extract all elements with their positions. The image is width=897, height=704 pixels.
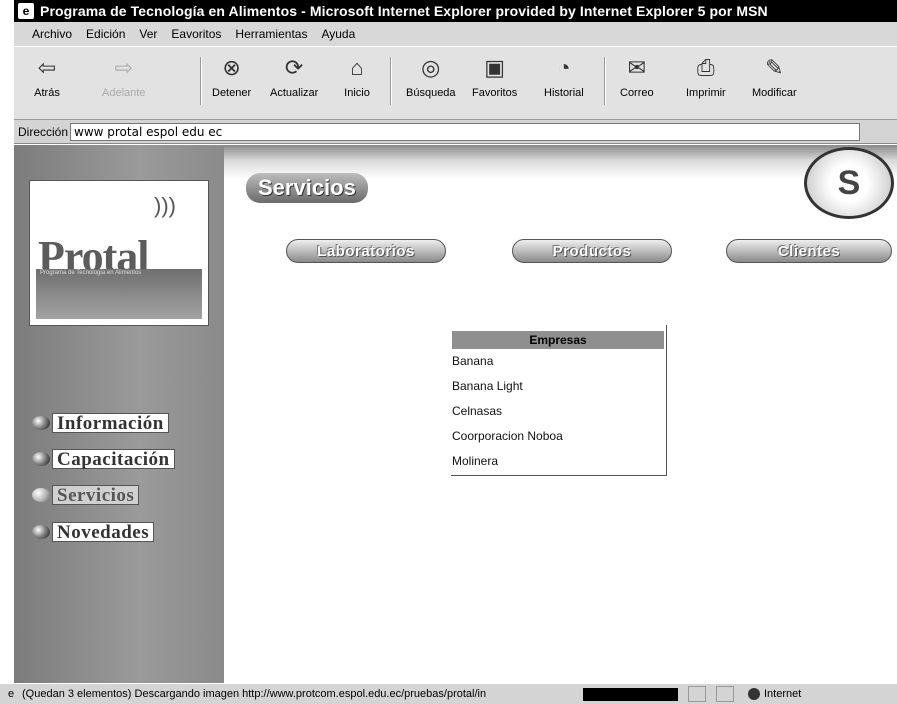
printer-icon: ⎙ — [697, 55, 715, 80]
globe-icon — [748, 688, 760, 700]
menu-herramientas[interactable]: Herramientas — [235, 27, 307, 41]
logo-band — [36, 269, 202, 319]
ie-logo-icon: e — [18, 3, 34, 19]
nav-label: Capacitación — [52, 449, 175, 470]
search-icon: ◎ — [421, 55, 441, 80]
header-band — [224, 145, 897, 159]
toolbar-separator — [390, 57, 392, 105]
print-button[interactable]: ⎙ Imprimir — [686, 53, 726, 115]
mail-button[interactable]: ✉ Correo — [620, 53, 654, 115]
edit-button[interactable]: ✎ Modificar — [752, 53, 797, 115]
protal-logo: ))) Protal Programa de Tecnología en Ali… — [29, 180, 209, 326]
nav-label: Novedades — [52, 522, 155, 543]
nav-novedades[interactable]: Novedades — [32, 521, 155, 543]
nav-label: Servicios — [52, 485, 140, 506]
history-button[interactable]: ◔ Historial — [544, 53, 584, 115]
dropdown-item-coorporacion-noboa[interactable]: Coorporacion Noboa — [451, 424, 666, 449]
section-title-text: Servicios — [258, 175, 356, 200]
menu-ver[interactable]: Ver — [139, 27, 157, 41]
back-button[interactable]: ⇦ Atrás — [32, 53, 62, 115]
address-bar: Dirección www protal espol edu ec — [14, 120, 897, 144]
bullet-icon — [32, 416, 50, 430]
nav-label: Información — [52, 413, 169, 434]
page-viewport: ))) Protal Programa de Tecnología en Ali… — [14, 145, 897, 683]
back-arrow-icon: ⇦ — [37, 55, 57, 80]
tab-productos[interactable]: Productos — [512, 239, 672, 263]
nav-servicios[interactable]: Servicios — [32, 484, 140, 506]
stop-icon: ⊗ — [222, 55, 241, 80]
dropdown-item-celnasas[interactable]: Celnasas — [451, 399, 666, 424]
edit-page-icon: ✎ — [765, 55, 784, 80]
forward-arrow-icon: ⇨ — [114, 55, 133, 80]
dropdown-item-banana[interactable]: Banana — [451, 349, 666, 374]
tab-label: Clientes — [777, 242, 841, 260]
page-loading-icon: e — [7, 688, 15, 700]
progress-bar — [583, 687, 678, 701]
security-zone: Internet — [748, 688, 801, 700]
toolbar-separator — [604, 57, 606, 105]
signal-waves-icon: ))) — [154, 193, 176, 218]
home-icon: ⌂ — [350, 55, 364, 80]
tab-label: Laboratorios — [317, 242, 415, 260]
status-pane — [716, 686, 734, 702]
logo-artwork: ))) Protal Programa de Tecnología en Ali… — [36, 187, 202, 319]
window-titlebar: e Programa de Tecnología en Alimentos - … — [14, 0, 897, 22]
status-pane — [688, 686, 706, 702]
tab-label: Productos — [552, 242, 632, 260]
menu-archivo[interactable]: Archivo — [32, 27, 72, 41]
home-button[interactable]: ⌂ Inicio — [342, 53, 372, 115]
history-icon: ◔ — [557, 55, 571, 80]
favorites-button[interactable]: ▣ Favoritos — [472, 53, 517, 115]
tab-clientes[interactable]: Clientes — [726, 239, 892, 263]
dropdown-item-molinera[interactable]: Molinera — [451, 449, 666, 474]
mail-icon: ✉ — [627, 55, 647, 80]
zone-label: Internet — [764, 688, 802, 700]
swirl-logo-icon: S — [804, 147, 894, 219]
toolbar-separator — [200, 57, 202, 105]
search-button[interactable]: ◎ Búsqueda — [406, 53, 456, 115]
status-bar: e (Quedan 3 elementos) Descargando image… — [0, 683, 897, 704]
refresh-icon: ⟳ — [284, 55, 304, 80]
bullet-icon — [32, 452, 50, 466]
refresh-button[interactable]: ⟳ Actualizar — [270, 53, 318, 115]
section-title: Servicios — [246, 173, 368, 203]
menu-favoritos[interactable]: Eavoritos — [171, 27, 221, 41]
window-title: Programa de Tecnología en Alimentos - Mi… — [40, 3, 768, 19]
dropdown-header: Empresas — [452, 331, 664, 349]
menu-ayuda[interactable]: Ayuda — [321, 27, 355, 41]
address-input[interactable]: www protal espol edu ec — [70, 122, 861, 141]
nav-informacion[interactable]: Información — [32, 412, 169, 434]
status-text: (Quedan 3 elementos) Descargando imagen … — [22, 688, 487, 700]
menu-edicion[interactable]: Edición — [86, 27, 125, 41]
sidebar: ))) Protal Programa de Tecnología en Ali… — [14, 145, 224, 683]
menu-bar: Archivo Edición Ver Eavoritos Herramient… — [14, 22, 897, 46]
tab-laboratorios[interactable]: Laboratorios — [286, 239, 446, 263]
standard-toolbar: ⇦ Atrás ⇨ Adelante ⊗ Detener ⟳ Actualiza… — [14, 46, 897, 120]
nav-capacitacion[interactable]: Capacitación — [32, 448, 175, 470]
logo-subtitle: Programa de Tecnología en Alimentos — [40, 270, 142, 276]
forward-button[interactable]: ⇨ Adelante — [102, 53, 145, 115]
favorites-folder-icon: ▣ — [484, 55, 506, 80]
dropdown-item-banana-light[interactable]: Banana Light — [451, 374, 666, 399]
bullet-icon — [32, 525, 50, 539]
empresas-dropdown: Empresas Banana Banana Light Celnasas Co… — [451, 325, 667, 476]
stop-button[interactable]: ⊗ Detener — [212, 53, 251, 115]
bullet-icon — [32, 488, 50, 502]
address-label: Dirección — [18, 124, 69, 139]
